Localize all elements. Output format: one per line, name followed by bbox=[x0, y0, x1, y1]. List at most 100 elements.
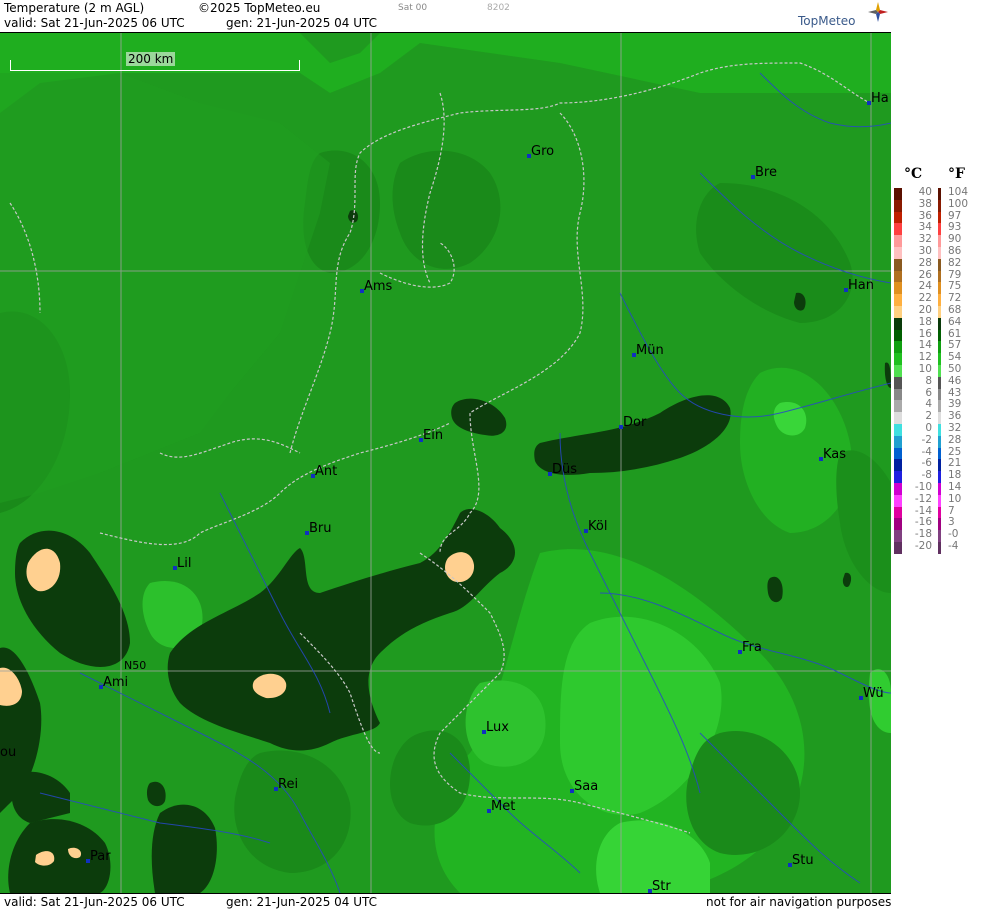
legend-tick-fahrenheit: 72 bbox=[948, 292, 962, 305]
legend-tick-celsius: 14 bbox=[918, 339, 932, 352]
legend-tick-fahrenheit: 61 bbox=[948, 327, 962, 340]
legend-tick-fahrenheit: 90 bbox=[948, 233, 962, 246]
legend-tick-fahrenheit: 97 bbox=[948, 209, 962, 222]
legend-tick-celsius: -4 bbox=[921, 445, 932, 458]
legend-tick-fahrenheit: 79 bbox=[948, 268, 962, 281]
legend-tick-fahrenheit: 54 bbox=[948, 351, 962, 364]
celsius-unit-label: °C bbox=[904, 166, 923, 182]
legend-tick-celsius: -12 bbox=[914, 492, 932, 505]
legend-tick-fahrenheit: 100 bbox=[948, 197, 969, 210]
legend-tick-celsius: 2 bbox=[925, 410, 932, 423]
legend-tick-celsius: 0 bbox=[925, 422, 932, 434]
legend-swatch-fahrenheit bbox=[938, 542, 941, 554]
legend-tick-celsius: 18 bbox=[918, 315, 932, 328]
legend-tick-celsius: 36 bbox=[918, 209, 932, 222]
legend-swatch-fahrenheit bbox=[938, 471, 941, 484]
legend-tick-celsius: -8 bbox=[921, 469, 932, 482]
legend-tick-celsius: 22 bbox=[918, 292, 932, 305]
topmeteo-logo: TopMeteo bbox=[798, 14, 856, 28]
legend-tick-fahrenheit: 32 bbox=[948, 422, 962, 434]
legend-tick-celsius: -18 bbox=[914, 528, 932, 541]
legend-tick-celsius: 6 bbox=[925, 386, 932, 399]
legend-tick-celsius: 8 bbox=[925, 374, 932, 387]
compass-icon bbox=[868, 2, 888, 22]
legend-tick-fahrenheit: 36 bbox=[948, 410, 962, 423]
generated-time: gen: 21-Jun-2025 04 UTC bbox=[226, 16, 378, 30]
legend-tick-fahrenheit: 3 bbox=[948, 516, 955, 529]
legend-tick-fahrenheit: 43 bbox=[948, 386, 962, 399]
temperature-map[interactable]: 200 km N50 Ha Gro Bre Ams Han Mün Dor Ei… bbox=[0, 33, 891, 893]
legend-tick-celsius: -20 bbox=[914, 540, 932, 552]
legend-tick-celsius: 30 bbox=[918, 245, 932, 257]
legend-tick-celsius: -10 bbox=[914, 481, 932, 493]
legend-tick-celsius: -6 bbox=[921, 457, 932, 470]
legend-tick-fahrenheit: 57 bbox=[948, 339, 962, 352]
legend-swatch-fahrenheit bbox=[938, 483, 941, 495]
footer-bar: valid: Sat 21-Jun-2025 06 UTC gen: 21-Ju… bbox=[0, 893, 891, 910]
legend-tick-fahrenheit: 28 bbox=[948, 433, 962, 446]
map-canvas bbox=[0, 33, 891, 893]
legend-tick-fahrenheit: 82 bbox=[948, 256, 962, 269]
legend-tick-fahrenheit: 25 bbox=[948, 445, 962, 458]
legend-swatch-fahrenheit bbox=[938, 317, 941, 330]
legend-swatch-fahrenheit bbox=[938, 400, 941, 413]
legend-tick-fahrenheit: 86 bbox=[948, 245, 962, 257]
legend-tick-celsius: 16 bbox=[918, 327, 932, 340]
legend-tick-fahrenheit: 64 bbox=[948, 315, 962, 328]
legend-swatch-fahrenheit bbox=[938, 188, 941, 200]
scale-bar-label: 200 km bbox=[126, 52, 176, 66]
latitude-label: N50 bbox=[124, 659, 147, 672]
disclaimer-text: not for air navigation purposes bbox=[706, 895, 892, 909]
legend-tick-fahrenheit: 7 bbox=[948, 504, 955, 517]
legend-tick-celsius: 10 bbox=[918, 363, 932, 375]
legend-tick-celsius: 20 bbox=[918, 304, 932, 316]
legend-swatch-fahrenheit bbox=[938, 247, 941, 259]
legend-tick-fahrenheit: 21 bbox=[948, 457, 962, 470]
legend-swatch-fahrenheit bbox=[938, 435, 941, 448]
product-code: 8202 bbox=[487, 3, 510, 13]
map-title: Temperature (2 m AGL) bbox=[4, 1, 145, 15]
legend-swatch-fahrenheit bbox=[938, 282, 941, 295]
legend-swatch-fahrenheit bbox=[938, 388, 941, 401]
legend-swatch-fahrenheit bbox=[938, 235, 941, 248]
legend-tick-celsius: 34 bbox=[918, 221, 932, 234]
legend-tick-celsius: 38 bbox=[918, 197, 932, 210]
legend-swatch-fahrenheit bbox=[938, 530, 941, 543]
valid-time: valid: Sat 21-Jun-2025 06 UTC bbox=[4, 16, 185, 30]
legend-swatch-fahrenheit bbox=[938, 270, 941, 283]
legend-tick-celsius: -14 bbox=[914, 504, 932, 517]
legend-tick-fahrenheit: 18 bbox=[948, 469, 962, 482]
copyright-text: ©2025 TopMeteo.eu bbox=[198, 1, 321, 15]
legend-tick-celsius: -2 bbox=[921, 433, 932, 446]
legend-swatch-fahrenheit bbox=[938, 341, 941, 354]
legend-swatch-fahrenheit bbox=[938, 506, 941, 519]
legend-tick-fahrenheit: -0 bbox=[948, 528, 959, 541]
legend-tick-fahrenheit: 75 bbox=[948, 280, 962, 293]
legend-swatch-fahrenheit bbox=[938, 424, 941, 436]
legend-swatch-fahrenheit bbox=[938, 258, 941, 271]
legend-tick-celsius: 26 bbox=[918, 268, 932, 281]
legend-tick-fahrenheit: 68 bbox=[948, 304, 962, 316]
fahrenheit-unit-label: °F bbox=[948, 166, 965, 182]
legend-swatch-fahrenheit bbox=[938, 353, 941, 366]
legend-tick-fahrenheit: 50 bbox=[948, 363, 962, 375]
legend-swatch-fahrenheit bbox=[938, 494, 941, 507]
day-code: Sat 00 bbox=[398, 3, 428, 13]
legend-swatch-fahrenheit bbox=[938, 459, 941, 472]
legend-swatch-fahrenheit bbox=[938, 329, 941, 342]
legend-swatch-fahrenheit bbox=[938, 412, 941, 425]
legend-tick-fahrenheit: 39 bbox=[948, 398, 962, 411]
legend-tick-celsius: 24 bbox=[918, 280, 932, 293]
color-legend: °C °F 40 104 38 100 36 97 34 93 32 90 30 86 28 82 26 79… bbox=[892, 0, 983, 909]
legend-swatch-fahrenheit bbox=[938, 306, 941, 318]
legend-tick-fahrenheit: 14 bbox=[948, 481, 962, 493]
legend-tick-celsius: 40 bbox=[918, 186, 932, 198]
legend-swatch-fahrenheit bbox=[938, 211, 941, 224]
legend-tick-celsius: 28 bbox=[918, 256, 932, 269]
legend-tick-celsius: 4 bbox=[925, 398, 932, 411]
legend-tick-celsius: 12 bbox=[918, 351, 932, 364]
legend-tick-fahrenheit: 10 bbox=[948, 492, 962, 505]
legend-tick-fahrenheit: 104 bbox=[948, 186, 969, 198]
legend-swatch-fahrenheit bbox=[938, 223, 941, 236]
legend-swatch-fahrenheit bbox=[938, 376, 941, 389]
